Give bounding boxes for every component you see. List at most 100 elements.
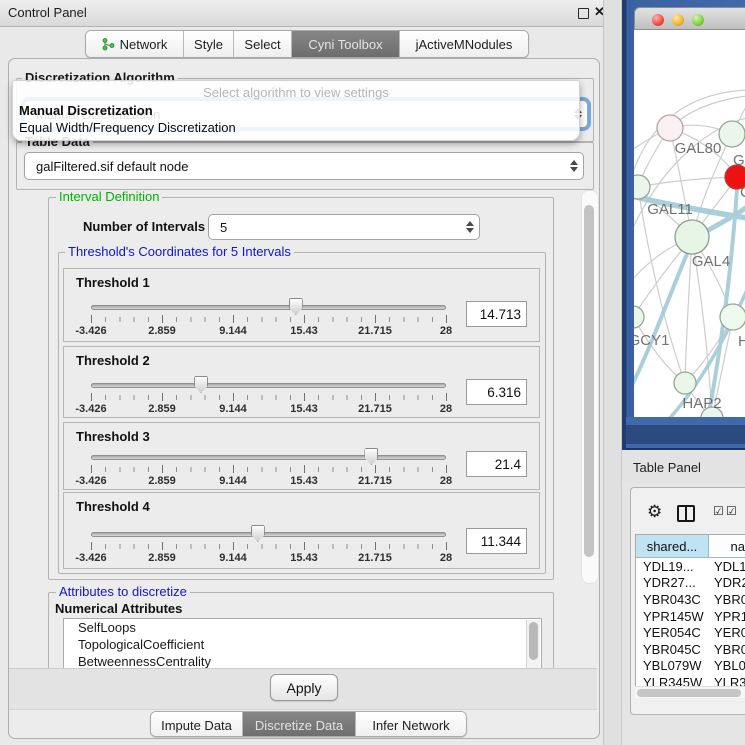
- group-title-thresholds: Threshold's Coordinates for 5 Intervals: [65, 245, 294, 259]
- checkbox-icon[interactable]: ☑: [726, 504, 737, 518]
- table-row[interactable]: YDL19...YDL1: [636, 558, 745, 575]
- node-gal4[interactable]: [675, 220, 709, 254]
- panel-scrollbar[interactable]: [581, 190, 599, 584]
- algorithm-dropdown-popup: Select algorithm to view settings Manual…: [12, 80, 580, 141]
- svg-text:GAL4: GAL4: [692, 253, 730, 270]
- combo-arrows-icon: [565, 160, 583, 172]
- tab-style[interactable]: Style: [184, 31, 234, 57]
- table-header-row: shared... na: [636, 535, 745, 558]
- close-traffic-light[interactable]: [652, 14, 664, 26]
- node-gal80[interactable]: [657, 115, 683, 141]
- slider-tick-labels: -3.426 2.859 9.144 15.43 21.715 28: [91, 403, 446, 415]
- svg-text:GAL11: GAL11: [647, 201, 693, 218]
- table-row[interactable]: YBR043CYBR0: [636, 591, 745, 608]
- slider-thumb[interactable]: [251, 525, 265, 542]
- popup-option-equal-width[interactable]: Equal Width/Frequency Discretization: [16, 120, 236, 135]
- node-top-right[interactable]: [719, 121, 745, 147]
- table-data-value: galFiltered.sif default node: [25, 159, 565, 174]
- svg-text:GA: GA: [733, 152, 745, 169]
- top-tab-bar: Network Style Select Cyni Toolbox jActiv…: [85, 30, 529, 58]
- panel-scrollbar-thumb[interactable]: [584, 205, 594, 557]
- threshold-value-input[interactable]: [466, 301, 527, 327]
- network-icon: [102, 38, 115, 51]
- tab-label: Impute Data: [161, 718, 232, 733]
- threshold-2-slider[interactable]: -3.426 2.859 9.144 15.43 21.715 28: [91, 375, 446, 417]
- list-item[interactable]: TopologicalCoefficient: [64, 636, 541, 653]
- table-row[interactable]: YPR145WYPR1: [636, 608, 745, 625]
- table-panel-header: Table Panel: [622, 450, 745, 483]
- number-of-intervals-label: Number of Intervals: [83, 219, 205, 234]
- list-scrollbar[interactable]: [526, 620, 540, 668]
- table-horizontal-scrollbar[interactable]: [635, 686, 745, 698]
- table-row[interactable]: YER054CYER0: [636, 624, 745, 641]
- slider-tick-labels: -3.426 2.859 9.144 15.43 21.715 28: [91, 325, 446, 337]
- threshold-1-panel: Threshold 1 -3.426 2.859 9.144 15.43 21.…: [63, 268, 540, 342]
- tab-network[interactable]: Network: [86, 31, 184, 57]
- threshold-3-panel: Threshold 3 -3.426 2.859 9.144 15.43 21.…: [63, 422, 540, 490]
- tab-infer-network[interactable]: Infer Network: [356, 712, 466, 737]
- svg-text:HAP2: HAP2: [682, 395, 721, 412]
- minimize-traffic-light[interactable]: [672, 14, 684, 26]
- slider-track[interactable]: [91, 455, 446, 460]
- list-item[interactable]: SelfLoops: [64, 619, 541, 636]
- table-row[interactable]: YDR27...YDR2: [636, 575, 745, 592]
- slider-major-ticks: [91, 542, 447, 550]
- table-horizontal-scrollbar-thumb[interactable]: [637, 689, 741, 697]
- panel-title: Control Panel: [8, 5, 87, 20]
- right-region: GAL80 GA C GAL11 GAL4 GCY1 H HAP2 Table …: [622, 0, 745, 745]
- zoom-traffic-light[interactable]: [692, 14, 704, 26]
- slider-track[interactable]: [91, 305, 446, 310]
- list-scrollbar-thumb[interactable]: [529, 622, 538, 660]
- window-frame: [626, 425, 745, 444]
- table-row[interactable]: YBR045CYBR0: [636, 641, 745, 658]
- tab-select[interactable]: Select: [234, 31, 292, 57]
- node-h[interactable]: [720, 304, 745, 330]
- split-view-icon[interactable]: [677, 505, 695, 522]
- tab-label: Select: [244, 37, 280, 52]
- slider-track[interactable]: [91, 532, 446, 537]
- table-row[interactable]: YBL079WYBL0: [636, 658, 745, 675]
- combo-arrows-icon: [461, 221, 479, 233]
- tab-discretize-data[interactable]: Discretize Data: [243, 712, 356, 737]
- numerical-attributes-list[interactable]: SelfLoops TopologicalCoefficient Between…: [63, 618, 542, 670]
- slider-tick-labels: -3.426 2.859 9.144 15.43 21.715 28: [91, 552, 446, 564]
- threshold-4-panel: Threshold 4 -3.426 2.859 9.144 15.43 21.…: [63, 492, 540, 569]
- network-canvas[interactable]: GAL80 GA C GAL11 GAL4 GCY1 H HAP2: [634, 30, 745, 417]
- threshold-value-input[interactable]: [466, 528, 527, 554]
- tab-label: Infer Network: [372, 718, 449, 733]
- column-header-name[interactable]: na: [709, 535, 745, 557]
- checkbox-icon[interactable]: ☑: [713, 504, 724, 518]
- slider-thumb[interactable]: [364, 448, 378, 465]
- float-window-icon[interactable]: [578, 8, 589, 19]
- column-header-shared-name[interactable]: shared...: [636, 535, 709, 557]
- node-hap2[interactable]: [674, 372, 696, 394]
- node-gcy1[interactable]: [634, 306, 644, 328]
- network-window-titlebar[interactable]: [634, 7, 745, 30]
- bottom-tab-bar: Impute Data Discretize Data Infer Networ…: [150, 711, 467, 737]
- panel-divider[interactable]: [603, 0, 622, 745]
- number-of-intervals-value: 5: [209, 220, 461, 235]
- tab-impute-data[interactable]: Impute Data: [151, 712, 243, 737]
- threshold-4-slider[interactable]: -3.426 2.859 9.144 15.43 21.715 28: [91, 524, 446, 566]
- tab-jactivemnodules[interactable]: jActiveMNodules: [400, 31, 528, 57]
- apply-button[interactable]: Apply: [270, 674, 338, 701]
- threshold-value-input[interactable]: [466, 451, 527, 477]
- threshold-1-slider[interactable]: -3.426 2.859 9.144 15.43 21.715 28: [91, 297, 446, 339]
- threshold-3-slider[interactable]: -3.426 2.859 9.144 15.43 21.715 28: [91, 447, 446, 489]
- slider-thumb[interactable]: [194, 376, 208, 393]
- slider-thumb[interactable]: [289, 298, 303, 315]
- tab-cyni-toolbox[interactable]: Cyni Toolbox: [292, 31, 400, 57]
- tab-label: Discretize Data: [255, 718, 343, 733]
- threshold-label: Threshold 3: [76, 429, 150, 444]
- table-data-combobox[interactable]: galFiltered.sif default node: [24, 152, 584, 180]
- slider-major-ticks: [91, 393, 447, 401]
- threshold-value-input[interactable]: [466, 379, 527, 405]
- node-gal11[interactable]: [634, 175, 650, 199]
- popup-option-manual[interactable]: Manual Discretization: [16, 103, 153, 118]
- control-panel-titlebar: Control Panel ✕: [0, 0, 603, 27]
- threshold-label: Threshold 2: [76, 353, 150, 368]
- number-of-intervals-combobox[interactable]: 5: [208, 214, 480, 240]
- slider-track[interactable]: [91, 383, 446, 388]
- gear-icon[interactable]: ⚙: [647, 503, 662, 520]
- control-panel: Control Panel ✕ Network Style Select Cyn…: [0, 0, 603, 745]
